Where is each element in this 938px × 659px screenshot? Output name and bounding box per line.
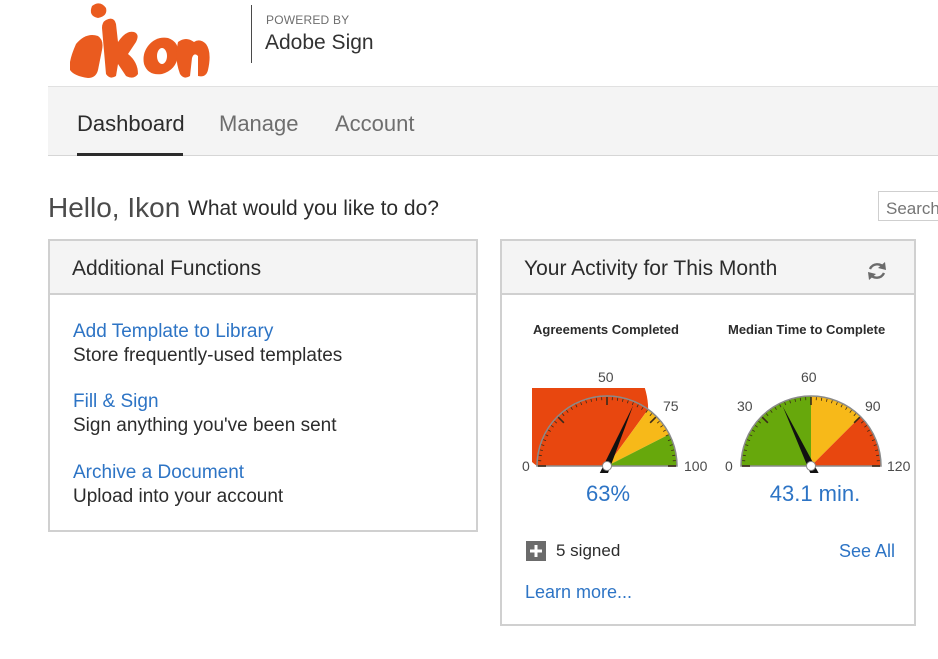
additional-functions-panel: Additional Functions Add Template to Lib… bbox=[48, 239, 478, 532]
archive-document-link[interactable]: Archive a Document bbox=[73, 462, 244, 484]
learn-more-link[interactable]: Learn more... bbox=[525, 582, 632, 603]
gauge-pivot bbox=[602, 461, 612, 471]
gauge-segment bbox=[741, 396, 811, 466]
header-divider bbox=[251, 5, 252, 63]
panel-header: Your Activity for This Month bbox=[502, 241, 914, 295]
expand-plus-icon[interactable] bbox=[526, 541, 546, 561]
gauge-tick: 60 bbox=[801, 369, 817, 385]
panel-header: Additional Functions bbox=[50, 241, 476, 295]
agreements-gauge bbox=[532, 388, 678, 473]
fill-sign-link[interactable]: Fill & Sign bbox=[73, 391, 159, 413]
gauge-tick: 120 bbox=[887, 458, 911, 474]
add-template-description: Store frequently-used templates bbox=[73, 345, 343, 366]
greeting-question: What would you like to do? bbox=[188, 197, 439, 220]
gauge-tick: 0 bbox=[725, 458, 733, 474]
panel-title: Additional Functions bbox=[72, 257, 262, 280]
tab-account[interactable]: Account bbox=[335, 111, 415, 137]
tab-dashboard[interactable]: Dashboard bbox=[77, 111, 185, 137]
refresh-icon[interactable] bbox=[865, 259, 889, 283]
archive-document-description: Upload into your account bbox=[73, 486, 284, 507]
fill-sign-description: Sign anything you've been sent bbox=[73, 415, 337, 436]
signed-count: 5 signed bbox=[556, 541, 621, 560]
gauge-tick: 100 bbox=[684, 458, 708, 474]
add-template-link[interactable]: Add Template to Library bbox=[73, 321, 273, 343]
search-input[interactable] bbox=[878, 191, 938, 221]
gauge-tick: 0 bbox=[522, 458, 530, 474]
panel-title: Your Activity for This Month bbox=[524, 257, 778, 280]
gauge-tick: 50 bbox=[598, 369, 614, 385]
gauge-label-median-time: Median Time to Complete bbox=[728, 322, 886, 337]
greeting-hello: Hello, Ikon bbox=[48, 192, 181, 223]
activity-panel: Your Activity for This Month Agreements … bbox=[500, 239, 916, 626]
active-tab-indicator bbox=[77, 153, 183, 156]
main-nav: Dashboard Manage Account bbox=[48, 86, 938, 156]
gauge-value-median-time: 43.1 min. bbox=[769, 481, 861, 506]
gauge-pivot bbox=[806, 461, 816, 471]
gauge-value-agreements: 63% bbox=[585, 481, 631, 506]
gauge-label-agreements: Agreements Completed bbox=[533, 322, 679, 337]
tab-manage[interactable]: Manage bbox=[219, 111, 299, 137]
brand-name: Adobe Sign bbox=[265, 31, 374, 54]
powered-by-label: POWERED BY bbox=[266, 13, 350, 27]
see-all-link[interactable]: See All bbox=[839, 541, 895, 562]
ikon-logo[interactable] bbox=[69, 0, 210, 80]
median-time-gauge bbox=[740, 395, 882, 473]
